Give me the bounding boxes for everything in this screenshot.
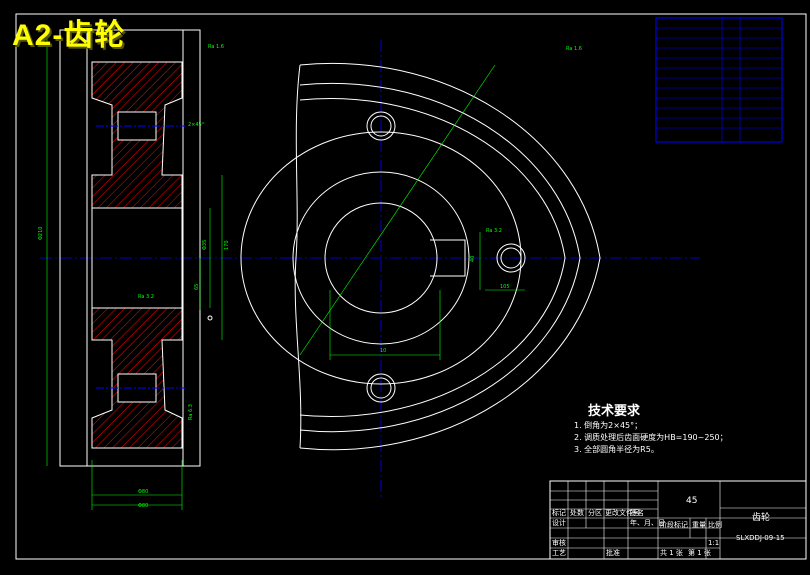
title-block-label-scale: 比例 (708, 520, 722, 529)
dim-key-width: 10 (380, 348, 386, 354)
tech-requirements-heading: 技术要求 (588, 404, 641, 419)
cad-drawing-canvas: Φ80 Φ80 Φ210 Φ35 170 65 2×45° Ra 1.6 Ra … (15, 13, 807, 560)
dim-side: 105 (500, 284, 510, 290)
roughness-section-2: Ra 3.2 (138, 294, 154, 300)
tech-requirement-item: 2. 调质处理后齿面硬度为HB=190~250； (574, 433, 728, 442)
title-block-part-name: 齿轮 (752, 511, 770, 523)
title-block-label-review: 审核 (552, 538, 566, 547)
title-block-label-approve: 批准 (606, 548, 620, 557)
parameter-table (655, 17, 783, 143)
section-view: Φ80 Φ80 Φ210 Φ35 170 65 2×45° Ra 1.6 Ra … (38, 29, 300, 510)
chamfer-note: 2×45° (188, 122, 205, 128)
dim-face-width-inner: Φ80 (138, 489, 148, 495)
title-block-material: 45 (686, 496, 697, 506)
title-block-label-design: 设计 (552, 518, 566, 527)
roughness-section-1: Ra 1.6 (208, 44, 224, 50)
title-block-label-zone: 分区 (588, 508, 602, 517)
dim-inner: 170 (224, 240, 230, 250)
dim-key-depth: 40 (470, 256, 476, 262)
roughness-keyway: Ra 3.2 (486, 228, 502, 234)
roughness-front: Ra 1.6 (566, 46, 582, 52)
title-block-label-process: 工艺 (552, 549, 566, 557)
title-block-drawing-number: SLXDDJ-09-15 (736, 534, 785, 542)
tech-requirement-item: 1. 倒角为2×45°； (574, 421, 643, 430)
drawing-title: A2-齿轮 (12, 19, 126, 52)
title-block-label-sign: 签名 (630, 508, 644, 517)
dim-face-width-outer: Φ80 (138, 503, 148, 509)
dim-tip-diameter: Φ210 (38, 227, 44, 240)
title-block-label-weight: 重量 (692, 521, 706, 529)
dim-bore: Φ35 (202, 240, 208, 250)
title-block: 设计 审核 工艺 标记 处数 分区 更改文件号 签名 年、月、日 阶段标记 重量… (549, 480, 807, 560)
title-block-scale: 1:1 (708, 539, 719, 547)
dim-hub-length: 65 (194, 284, 200, 290)
title-block-label-mark: 标记 (552, 508, 566, 517)
title-block-sheet: 共 1 张 (660, 548, 683, 557)
tech-requirements-list: 1. 倒角为2×45°； 2. 调质处理后齿面硬度为HB=190~250； 3.… (574, 420, 728, 456)
roughness-section-3: Ra 6.3 (188, 404, 194, 420)
title-block-label-count: 处数 (570, 508, 584, 517)
title-block-sheet-index: 第 1 张 (688, 548, 711, 557)
tech-requirement-item: 3. 全部圆角半径为R5。 (574, 445, 659, 454)
title-block-label-stage: 阶段标记 (660, 520, 688, 529)
